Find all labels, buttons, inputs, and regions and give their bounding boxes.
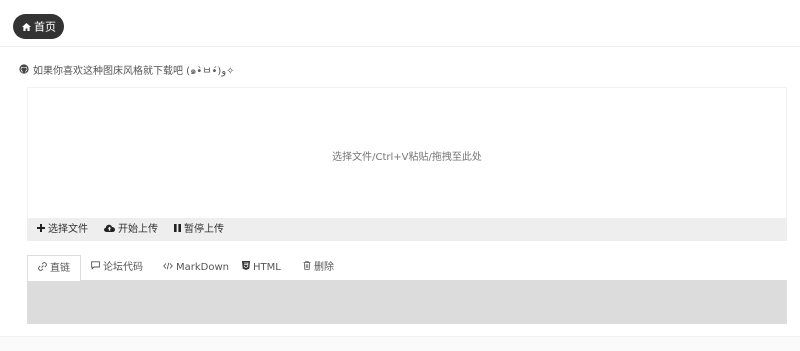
footer [0, 337, 800, 351]
plus-icon [37, 218, 45, 241]
github-promo-link[interactable]: 如果你喜欢这种图床风格就下载吧 (๑•̀ㅂ•́)و✧ [19, 64, 235, 80]
dropzone-hint: 选择文件/Ctrl+V粘贴/拖拽至此处 [332, 152, 482, 163]
page: 首页 如果你喜欢这种图床风格就下载吧 (๑•̀ㅂ•́)و✧ 选择文件/Ctrl+… [0, 0, 800, 351]
result-tabs: 直链 论坛代码 MarkDown HTML 删除 [27, 255, 787, 282]
select-files-button[interactable]: 选择文件 [37, 218, 88, 241]
trash-icon [303, 255, 311, 281]
html5-icon [242, 255, 250, 281]
home-button-label: 首页 [34, 20, 56, 34]
tab-forum-code[interactable]: 论坛代码 [91, 255, 143, 281]
tab-html-label: HTML [253, 262, 281, 273]
tab-delete[interactable]: 删除 [303, 255, 334, 281]
promo-text: 如果你喜欢这种图床风格就下载吧 (๑•̀ㅂ•́)و✧ [33, 66, 235, 77]
start-upload-label: 开始上传 [118, 224, 158, 235]
cloud-upload-icon [104, 218, 115, 241]
link-output-area[interactable] [27, 281, 787, 324]
code-icon [163, 255, 173, 281]
pause-upload-label: 暂停上传 [184, 224, 224, 235]
pause-icon [174, 218, 181, 241]
tab-markdown-label: MarkDown [176, 262, 229, 273]
pause-upload-button[interactable]: 暂停上传 [174, 218, 224, 241]
home-icon [22, 15, 31, 40]
tab-delete-label: 删除 [314, 262, 334, 273]
upload-dropzone[interactable]: 选择文件/Ctrl+V粘贴/拖拽至此处 [27, 87, 787, 218]
home-button[interactable]: 首页 [13, 14, 64, 39]
tab-direct-link-label: 直链 [50, 263, 70, 274]
top-navbar: 首页 [0, 0, 800, 47]
github-icon [19, 64, 29, 80]
upload-toolbar: 选择文件 开始上传 暂停上传 [27, 218, 787, 241]
tab-direct-link[interactable]: 直链 [27, 255, 81, 282]
start-upload-button[interactable]: 开始上传 [104, 218, 158, 241]
link-icon [38, 256, 47, 282]
tab-markdown[interactable]: MarkDown [163, 255, 229, 281]
tab-html[interactable]: HTML [242, 255, 281, 281]
comment-icon [91, 255, 100, 281]
tab-forum-code-label: 论坛代码 [103, 262, 143, 273]
select-files-label: 选择文件 [48, 224, 88, 235]
